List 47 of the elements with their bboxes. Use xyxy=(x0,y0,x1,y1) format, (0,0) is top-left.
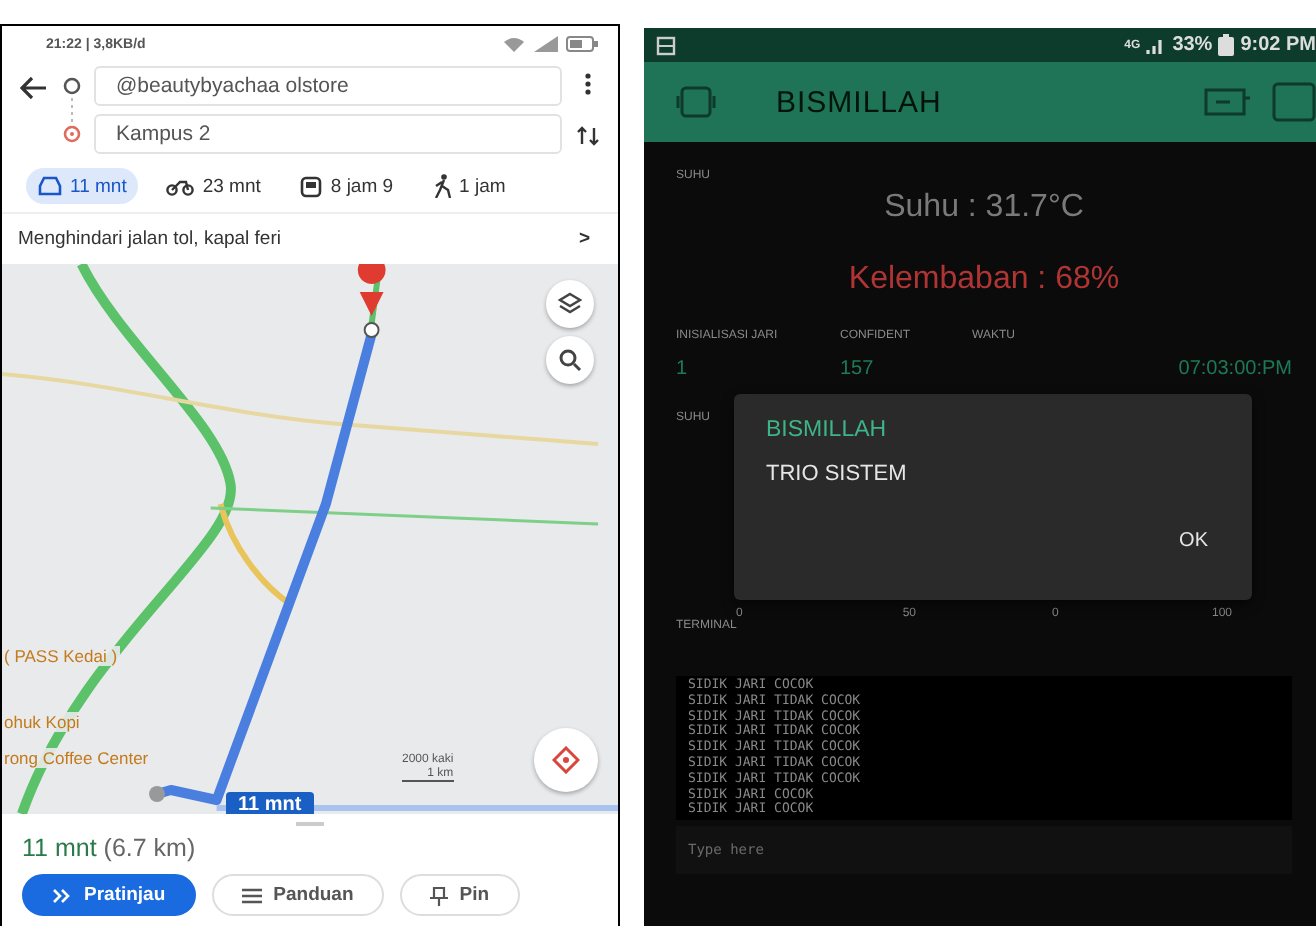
table-cell-text: 1 xyxy=(676,358,690,380)
swap-icon[interactable] xyxy=(576,124,600,148)
walking-person-icon xyxy=(433,174,452,198)
route-time-label: 11 mnt xyxy=(226,792,314,814)
map-place-label: ( PASS Kedai ) xyxy=(2,646,120,666)
dialog-message: TRIO SISTEM xyxy=(766,462,909,486)
action-button[interactable]: Pratinjau xyxy=(22,874,196,916)
travel-mode-tab[interactable]: 23 mnt xyxy=(154,168,273,204)
map-place-label: ohuk Kopi xyxy=(2,712,82,732)
destination-field[interactable]: Kampus 2 xyxy=(94,114,562,154)
diamond-target-icon xyxy=(552,746,580,774)
double-chevron-icon xyxy=(52,887,72,903)
dotted-line-icon xyxy=(70,98,74,122)
motorbike-icon xyxy=(166,176,195,196)
car-icon xyxy=(38,176,62,196)
app-title: BISMILLAH xyxy=(776,85,942,119)
route-summary: 11 mnt (6.7 km) xyxy=(22,834,198,862)
bus-icon xyxy=(300,175,323,197)
table-cell-text: 157 xyxy=(840,358,876,380)
map-place-label: rong Coffee Center xyxy=(2,748,151,768)
battery-percent: 33% xyxy=(1172,34,1213,56)
pin-icon xyxy=(429,885,448,905)
origin-circle-icon xyxy=(62,76,82,96)
travel-mode-tab[interactable]: 8 jam 9 xyxy=(288,168,406,204)
clock-text: 9:02 PM xyxy=(1240,34,1316,56)
ok-button[interactable]: OK xyxy=(1163,522,1224,560)
wifi-icon xyxy=(502,36,526,52)
travel-mode-tab[interactable]: 11 mnt xyxy=(26,168,139,204)
layers-icon xyxy=(558,292,582,316)
table-cell-text: 07:03:00:PM xyxy=(1176,358,1292,380)
battery-icon xyxy=(566,36,598,52)
destination-pin-icon xyxy=(62,124,82,144)
action-button[interactable]: Pin xyxy=(399,874,520,916)
humidity-reading: Kelembaban : 68% xyxy=(846,262,1122,298)
signal-icon xyxy=(1146,36,1167,54)
more-icon[interactable] xyxy=(584,72,592,96)
list-icon xyxy=(241,887,262,903)
action-button[interactable]: Panduan xyxy=(211,874,384,916)
battery-icon xyxy=(1218,34,1235,56)
back-arrow-icon[interactable] xyxy=(20,76,48,100)
dialog-title: BISMILLAH xyxy=(766,418,889,442)
search-icon xyxy=(558,348,582,372)
temperature-reading: Suhu : 31.7°C xyxy=(882,190,1086,226)
signal-icon xyxy=(534,36,558,52)
travel-mode-tab[interactable]: 1 jam xyxy=(421,168,518,204)
screenshot-icon xyxy=(656,35,676,55)
origin-field[interactable]: @beautybyachaa olstore xyxy=(94,66,562,106)
